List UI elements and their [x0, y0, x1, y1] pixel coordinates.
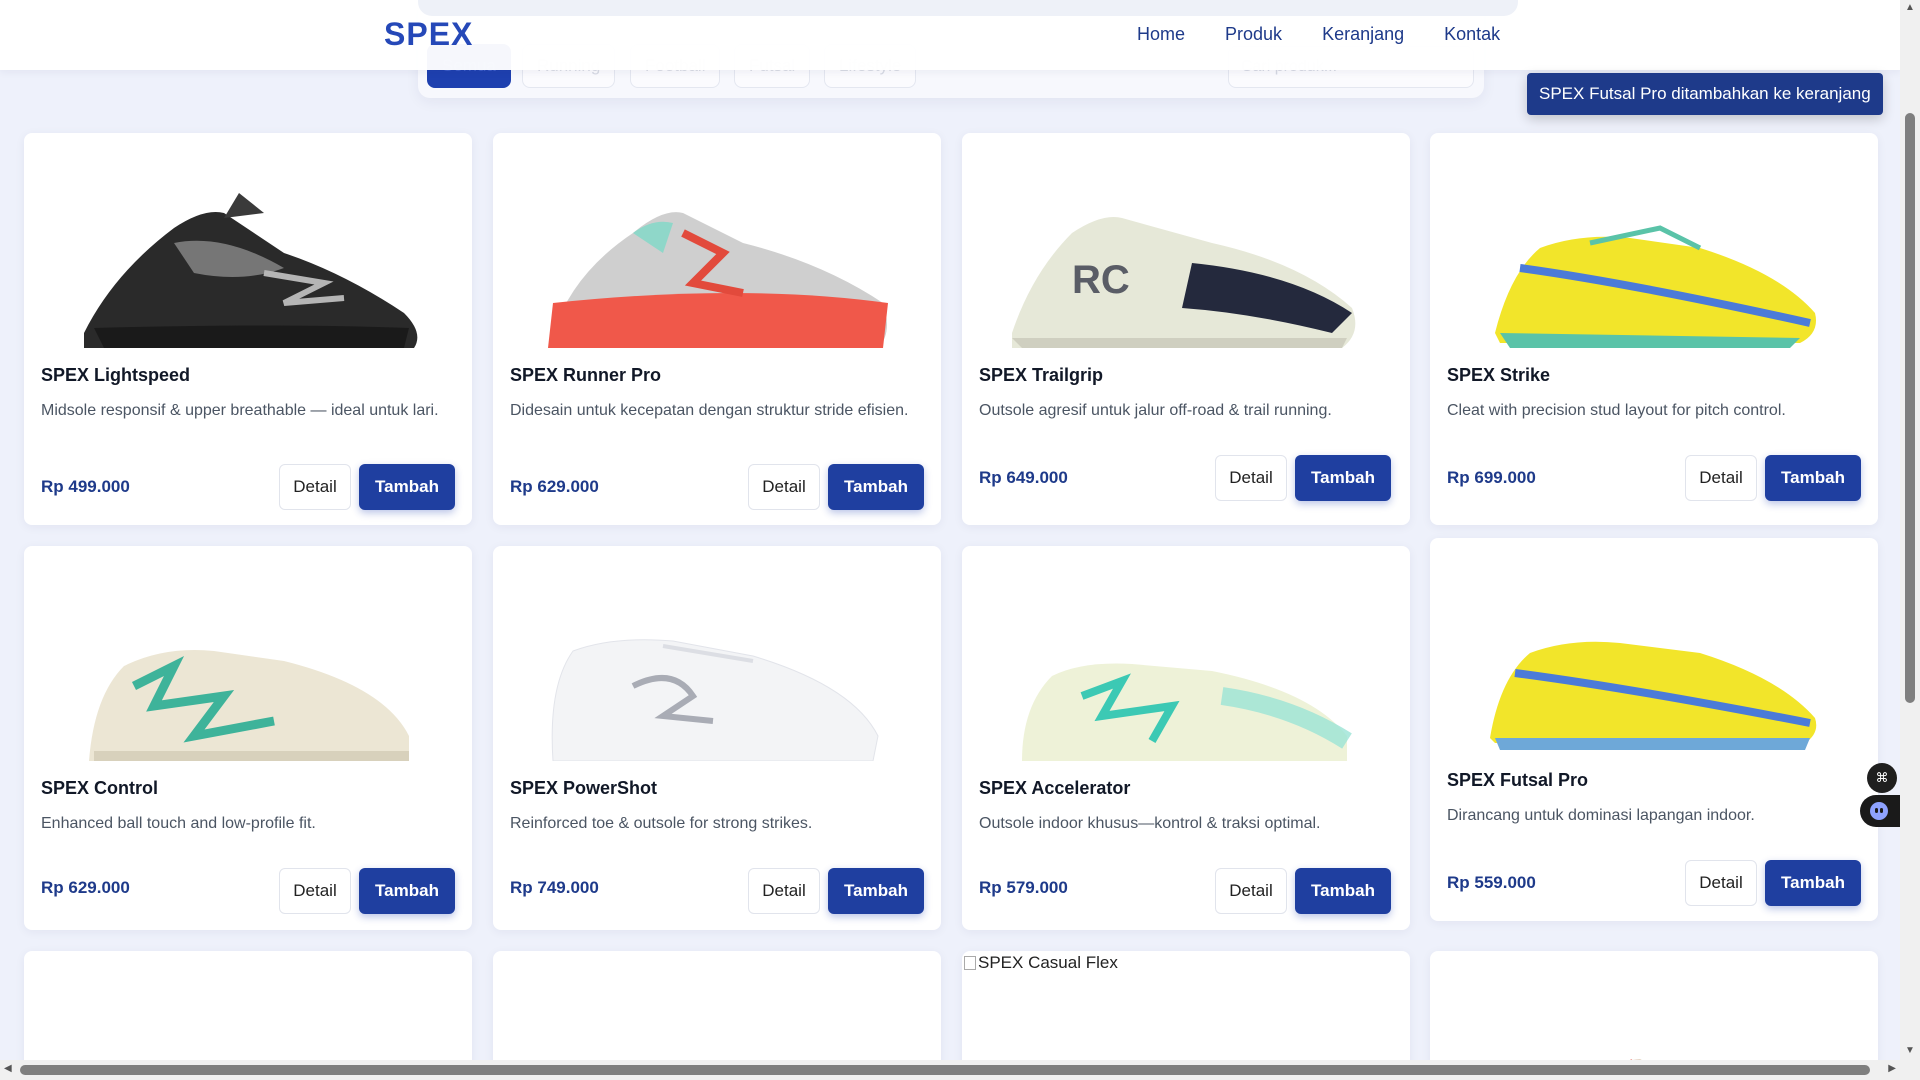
product-price: Rp 499.000 [41, 477, 130, 496]
nav-home[interactable]: Home [1137, 24, 1185, 45]
toast-notification: SPEX Futsal Pro ditambahkan ke keranjang [1527, 73, 1883, 115]
cream-green-football-boot-image[interactable] [24, 546, 472, 761]
product-name: SPEX Futsal Pro [1447, 770, 1589, 790]
product-price: Rp 699.000 [1447, 468, 1536, 487]
product-description: Didesain untuk kecepatan dengan struktur… [510, 402, 909, 419]
add-to-cart-button[interactable]: Tambah [1765, 860, 1861, 906]
yellow-football-boot-image[interactable] [1430, 133, 1878, 348]
product-name: SPEX Accelerator [979, 778, 1131, 798]
add-to-cart-button[interactable]: Tambah [359, 464, 455, 510]
scroll-up-icon[interactable]: ▲ [1905, 2, 1915, 13]
header-strip [418, 0, 1518, 16]
shortcut-icon[interactable]: ⌘ [1867, 763, 1897, 793]
scrollbar-thumb[interactable] [20, 1065, 1870, 1075]
product-name: SPEX Control [41, 778, 159, 798]
broken-image-icon [964, 956, 976, 970]
detail-button[interactable]: Detail [1685, 455, 1757, 501]
scrollbar-thumb[interactable] [1905, 113, 1915, 703]
assistant-icon[interactable] [1860, 795, 1900, 827]
detail-button[interactable]: Detail [1685, 860, 1757, 906]
detail-button[interactable]: Detail [279, 868, 351, 914]
nav-produk[interactable]: Produk [1225, 24, 1282, 45]
vertical-scrollbar[interactable]: ▲ ▼ [1900, 0, 1920, 1080]
product-card: SPEX Runner Pro Didesain untuk kecepatan… [493, 133, 941, 525]
product-price: Rp 579.000 [979, 878, 1068, 897]
nav-kontak[interactable]: Kontak [1444, 24, 1500, 45]
product-name: SPEX Lightspeed [41, 365, 191, 385]
product-card: SPEX Strike Cleat with precision stud la… [1430, 133, 1878, 525]
site-header: SPEX Home Produk Keranjang Kontak [0, 0, 1900, 70]
product-card: SPEX Control Enhanced ball touch and low… [24, 546, 472, 930]
nav-keranjang[interactable]: Keranjang [1322, 24, 1404, 45]
product-description: Reinforced toe & outsole for strong stri… [510, 815, 813, 832]
horizontal-scrollbar[interactable]: ◀ ▶ [0, 1060, 1900, 1080]
black-running-shoe-image[interactable] [24, 133, 472, 348]
product-price: Rp 629.000 [510, 477, 599, 496]
yellow-futsal-shoe-image[interactable] [1430, 538, 1878, 753]
add-to-cart-button[interactable]: Tambah [359, 868, 455, 914]
add-to-cart-button[interactable]: Tambah [828, 868, 924, 914]
product-description: Outsole indoor khusus—kontrol & traksi o… [979, 815, 1321, 832]
product-card: SPEX Lightspeed Midsole responsif & uppe… [24, 133, 472, 525]
white-football-boot-image[interactable] [493, 546, 941, 762]
product-description: Midsole responsif & upper breathable — i… [41, 402, 439, 419]
product-card: SPEX PowerShot Reinforced toe & outsole … [493, 546, 941, 930]
product-price: Rp 649.000 [979, 468, 1068, 487]
product-name: SPEX Strike [1447, 365, 1551, 385]
product-name: SPEX PowerShot [510, 778, 658, 798]
product-description: Cleat with precision stud layout for pit… [1447, 402, 1786, 419]
product-description: Outsole agresif untuk jalur off-road & t… [979, 402, 1332, 419]
add-to-cart-button[interactable]: Tambah [1295, 455, 1391, 501]
scroll-right-icon[interactable]: ▶ [1888, 1063, 1896, 1074]
product-description: Dirancang untuk dominasi lapangan indoor… [1447, 807, 1755, 824]
detail-button[interactable]: Detail [279, 464, 351, 510]
product-name: SPEX Trailgrip [979, 365, 1104, 385]
product-price: Rp 629.000 [41, 878, 130, 897]
svg-text:RC: RC [1072, 258, 1130, 302]
detail-button[interactable]: Detail [1215, 868, 1287, 914]
product-card: SPEX Futsal Pro Dirancang untuk dominasi… [1430, 538, 1878, 921]
add-to-cart-button[interactable]: Tambah [1295, 868, 1391, 914]
product-description: Enhanced ball touch and low-profile fit. [41, 815, 316, 832]
scroll-left-icon[interactable]: ◀ [4, 1063, 12, 1074]
product-price: Rp 749.000 [510, 878, 599, 897]
broken-image-alt: SPEX Casual Flex [978, 953, 1118, 972]
scroll-down-icon[interactable]: ▼ [1905, 1045, 1915, 1056]
mint-futsal-shoe-image[interactable] [962, 546, 1410, 761]
detail-button[interactable]: Detail [1215, 455, 1287, 501]
main-nav: Home Produk Keranjang Kontak [1137, 24, 1500, 45]
site-logo[interactable]: SPEX [384, 16, 473, 53]
product-name: SPEX Runner Pro [510, 365, 662, 385]
cream-navy-running-shoe-image[interactable]: RC [962, 133, 1410, 348]
product-card: SPEX Accelerator Outsole indoor khusus—k… [962, 546, 1410, 930]
product-price: Rp 559.000 [1447, 873, 1536, 892]
coral-running-shoe-image[interactable] [493, 133, 941, 348]
broken-image: SPEX Casual Flex [964, 953, 1118, 973]
product-card: RC SPEX Trailgrip Outsole agresif untuk … [962, 133, 1410, 525]
add-to-cart-button[interactable]: Tambah [1765, 455, 1861, 501]
add-to-cart-button[interactable]: Tambah [828, 464, 924, 510]
detail-button[interactable]: Detail [748, 868, 820, 914]
detail-button[interactable]: Detail [748, 464, 820, 510]
